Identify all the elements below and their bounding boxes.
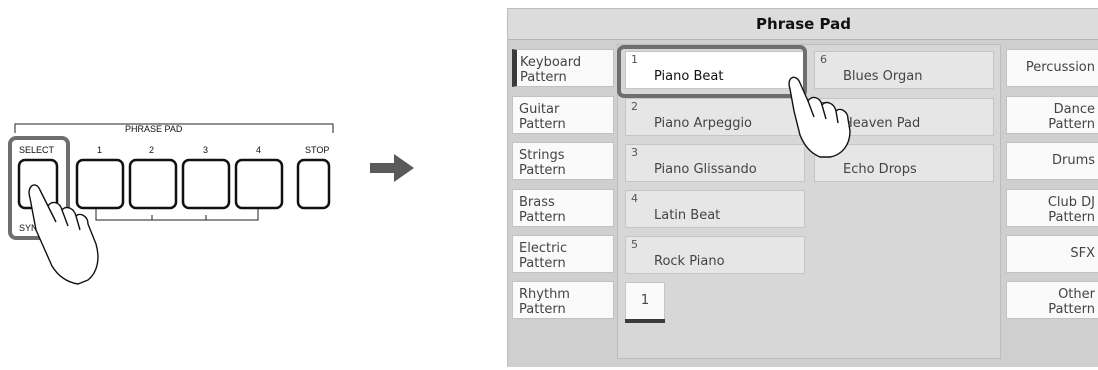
pad-button-4[interactable] bbox=[234, 158, 284, 210]
category-rhythm-pattern[interactable]: Rhythm Pattern bbox=[512, 281, 614, 319]
category-dance-pattern[interactable]: Dance Pattern bbox=[1006, 96, 1098, 134]
page-indicator bbox=[625, 319, 665, 323]
pad-number-4: 4 bbox=[256, 145, 261, 155]
pointing-hand-icon bbox=[776, 69, 856, 163]
pad-name: Piano Glissando bbox=[654, 162, 757, 177]
phrase-pad-group-label: PHRASE PAD bbox=[125, 124, 183, 134]
pad-name: Piano Arpeggio bbox=[654, 116, 753, 131]
select-label: SELECT bbox=[19, 145, 55, 155]
category-brass-pattern[interactable]: Brass Pattern bbox=[512, 189, 614, 227]
category-other-pattern[interactable]: Other Pattern bbox=[1006, 281, 1098, 319]
phrase-pad-screen: Phrase Pad Keyboard Pattern Guitar Patte… bbox=[507, 8, 1098, 367]
page-button[interactable]: 1 bbox=[625, 282, 665, 320]
pad-name: Echo Drops bbox=[843, 162, 917, 177]
pad-name: Rock Piano bbox=[654, 254, 725, 269]
pad-number-1: 1 bbox=[97, 145, 102, 155]
pad-name: Latin Beat bbox=[654, 208, 721, 223]
stop-label: STOP bbox=[305, 145, 329, 155]
panel-drawing: PHRASE PAD SELECT 1 2 3 4 STOP SYNC bbox=[8, 123, 334, 285]
category-guitar-pattern[interactable]: Guitar Pattern bbox=[512, 96, 614, 134]
category-electric-pattern[interactable]: Electric Pattern bbox=[512, 235, 614, 273]
category-club-dj-pattern[interactable]: Club DJ Pattern bbox=[1006, 189, 1098, 227]
pad-button-2[interactable] bbox=[128, 158, 178, 210]
pad-number-2: 2 bbox=[149, 145, 154, 155]
pad-item-5[interactable]: 5 Rock Piano bbox=[625, 236, 805, 274]
right-arrow-icon bbox=[368, 150, 416, 190]
pad-item-4[interactable]: 4 Latin Beat bbox=[625, 190, 805, 228]
category-strings-pattern[interactable]: Strings Pattern bbox=[512, 142, 614, 180]
category-keyboard-pattern[interactable]: Keyboard Pattern bbox=[512, 49, 614, 87]
pad-number: 3 bbox=[631, 146, 638, 159]
screen-title: Phrase Pad bbox=[508, 9, 1098, 40]
category-sfx[interactable]: SFX bbox=[1006, 235, 1098, 273]
phrase-pad-panel-diagram: PHRASE PAD SELECT 1 2 3 4 STOP SYNC bbox=[0, 0, 420, 366]
pad-button-1[interactable] bbox=[75, 158, 125, 210]
category-drums[interactable]: Drums bbox=[1006, 142, 1098, 180]
pad-number: 4 bbox=[631, 192, 638, 205]
pad-number: 5 bbox=[631, 238, 638, 251]
category-percussion[interactable]: Percussion bbox=[1006, 49, 1098, 87]
pad-number-3: 3 bbox=[203, 145, 208, 155]
stop-button[interactable] bbox=[296, 158, 331, 210]
pad-number: 2 bbox=[631, 100, 638, 113]
pad-number: 6 bbox=[820, 53, 827, 66]
pad-button-3[interactable] bbox=[181, 158, 231, 210]
